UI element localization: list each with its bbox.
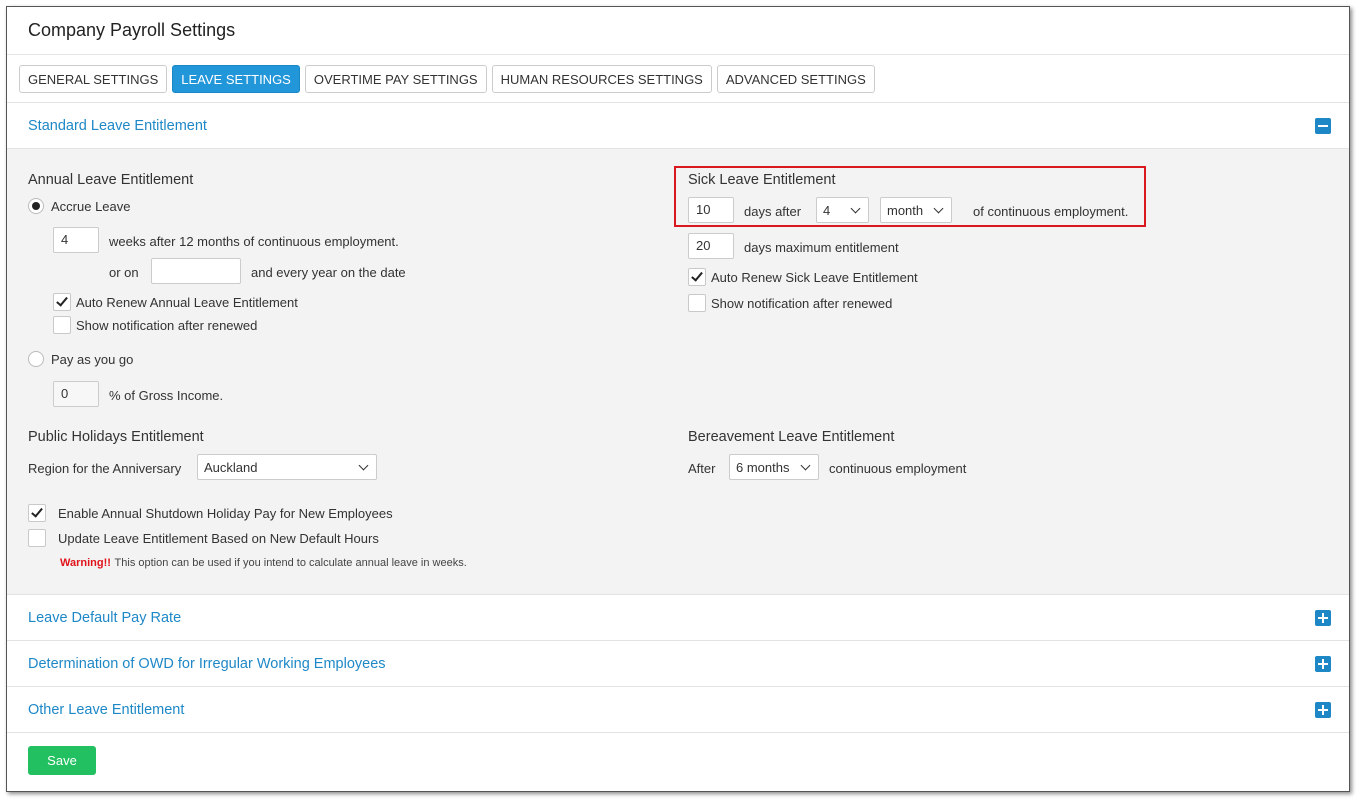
sick-days-input[interactable]: 10 (688, 197, 734, 223)
auto-renew-sick-checkbox[interactable] (688, 268, 706, 286)
sick-count-value: 4 (823, 202, 831, 218)
sick-unit-select[interactable]: month (880, 197, 952, 223)
pay-as-you-go-label: Pay as you go (51, 352, 134, 367)
days-after-label: days after (744, 204, 802, 219)
annual-show-notification-label: Show notification after renewed (76, 318, 258, 333)
expand-plus-icon[interactable] (1315, 701, 1331, 718)
expand-plus-icon[interactable] (1315, 655, 1331, 672)
warning-label: Warning!! (60, 557, 111, 569)
section-title: Leave Default Pay Rate (28, 609, 182, 626)
chevron-down-icon (933, 203, 944, 213)
sick-count-select[interactable]: 4 (816, 197, 869, 223)
bereavement-continuous-text: continuous employment (829, 461, 967, 476)
sick-max-text: days maximum entitlement (744, 240, 899, 255)
payroll-settings-panel: Company Payroll Settings GENERAL SETTING… (6, 6, 1350, 792)
bereavement-after-label: After (688, 461, 716, 476)
standard-leave-section-header[interactable]: Standard Leave Entitlement (7, 103, 1349, 149)
chevron-down-icon (800, 460, 811, 470)
bereavement-heading: Bereavement Leave Entitlement (688, 429, 895, 445)
public-holidays-heading: Public Holidays Entitlement (28, 429, 204, 445)
annual-date-input[interactable] (151, 258, 241, 284)
collapse-minus-icon[interactable] (1315, 117, 1331, 134)
gross-income-text: % of Gross Income. (109, 388, 224, 403)
region-select[interactable]: Auckland (197, 454, 377, 480)
auto-renew-annual-label: Auto Renew Annual Leave Entitlement (76, 295, 298, 310)
update-leave-entitlement-checkbox[interactable] (28, 529, 46, 547)
owd-irregular-employees-header[interactable]: Determination of OWD for Irregular Worki… (7, 641, 1349, 687)
every-year-text: and every year on the date (251, 265, 406, 280)
chevron-down-icon (358, 460, 369, 470)
standard-leave-section-body: Annual Leave Entitlement Accrue Leave 4 … (7, 149, 1349, 595)
region-selected-value: Auckland (204, 459, 258, 475)
sick-show-notification-label: Show notification after renewed (711, 296, 893, 311)
annual-shutdown-label: Enable Annual Shutdown Holiday Pay for N… (58, 506, 393, 521)
sick-max-days-input[interactable]: 20 (688, 233, 734, 259)
tab-leave-settings[interactable]: LEAVE SETTINGS (172, 65, 300, 93)
update-leave-entitlement-label: Update Leave Entitlement Based on New De… (58, 531, 379, 546)
annual-weeks-input[interactable]: 4 (53, 227, 99, 253)
or-on-label: or on (109, 265, 139, 280)
tab-advanced-settings[interactable]: ADVANCED SETTINGS (716, 65, 875, 93)
annual-shutdown-checkbox[interactable] (28, 504, 46, 522)
auto-renew-sick-label: Auto Renew Sick Leave Entitlement (711, 270, 918, 285)
save-button[interactable]: Save (28, 746, 96, 775)
section-title: Other Leave Entitlement (28, 701, 185, 718)
weeks-after-text: weeks after 12 months of continuous empl… (109, 234, 399, 249)
warning-text: This option can be used if you intend to… (114, 557, 467, 569)
leave-default-pay-rate-header[interactable]: Leave Default Pay Rate (7, 595, 1349, 641)
pay-as-you-go-radio[interactable] (28, 351, 44, 367)
sick-unit-value: month (887, 202, 924, 218)
sick-show-notification-checkbox[interactable] (688, 294, 706, 312)
gross-income-percent-input[interactable]: 0 (53, 381, 99, 407)
footer: Save (7, 733, 1349, 791)
chevron-down-icon (850, 203, 861, 213)
annual-leave-heading: Annual Leave Entitlement (28, 172, 194, 188)
auto-renew-annual-checkbox[interactable] (53, 293, 71, 311)
tab-general-settings[interactable]: GENERAL SETTINGS (19, 65, 168, 93)
bereavement-period-select[interactable]: 6 months (729, 454, 819, 480)
region-label: Region for the Anniversary (28, 461, 182, 476)
section-title: Standard Leave Entitlement (28, 117, 207, 134)
other-leave-entitlement-header[interactable]: Other Leave Entitlement (7, 687, 1349, 733)
sick-continuous-text: of continuous employment. (973, 204, 1129, 219)
warning-note: Warning!! This option can be used if you… (60, 554, 467, 569)
settings-tabs: GENERAL SETTINGS LEAVE SETTINGS OVERTIME… (7, 55, 1349, 103)
page-title: Company Payroll Settings (28, 20, 236, 40)
sick-leave-heading: Sick Leave Entitlement (688, 172, 836, 188)
annual-show-notification-checkbox[interactable] (53, 316, 71, 334)
page-header: Company Payroll Settings (7, 7, 1349, 55)
accrue-leave-label: Accrue Leave (51, 199, 131, 214)
tab-human-resources-settings[interactable]: HUMAN RESOURCES SETTINGS (491, 65, 712, 93)
accrue-leave-radio[interactable] (28, 198, 44, 214)
section-title: Determination of OWD for Irregular Worki… (28, 655, 386, 672)
expand-plus-icon[interactable] (1315, 609, 1331, 626)
bereavement-period-value: 6 months (736, 459, 790, 475)
tab-overtime-pay-settings[interactable]: OVERTIME PAY SETTINGS (304, 65, 487, 93)
